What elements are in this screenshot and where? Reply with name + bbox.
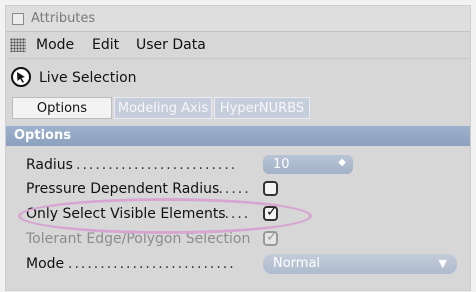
menu-user-data[interactable]: User Data (136, 37, 206, 53)
section-title: Options (14, 128, 71, 143)
pressure-row: Pressure Dependent Radius ...... (26, 178, 466, 200)
pressure-checkbox[interactable] (263, 181, 278, 196)
section-header: Options (6, 126, 470, 146)
tab-options[interactable]: Options (12, 97, 112, 119)
only-visible-row: Only Select Visible Elements ..... ✓ (26, 203, 466, 225)
window-checkbox[interactable] (12, 13, 24, 25)
leader-dots: ......................... (76, 157, 238, 173)
leader-dots: ..... (218, 206, 251, 222)
title-bar: Attributes (6, 6, 470, 32)
radius-label: Radius (26, 157, 73, 173)
radius-value: 10 (273, 157, 290, 172)
mode-value: Normal (273, 256, 321, 271)
pressure-label: Pressure Dependent Radius (26, 181, 220, 197)
radius-input[interactable]: 10 ◆ (263, 155, 353, 174)
tab-hypernurbs[interactable]: HyperNURBS (214, 97, 310, 119)
menu-bar: Mode Edit User Data (6, 32, 470, 59)
mode-label: Mode (26, 256, 65, 272)
tab-modeling-axis[interactable]: Modeling Axis (114, 97, 212, 119)
check-icon: ✓ (266, 204, 278, 220)
grip-icon[interactable] (10, 38, 26, 52)
window-title: Attributes (31, 11, 96, 26)
mode-row: Mode .......................... Normal ▼ (26, 253, 466, 275)
menu-edit[interactable]: Edit (92, 37, 119, 53)
chevron-down-icon: ▼ (438, 257, 447, 270)
radius-row: Radius ......................... 10 ◆ (26, 154, 466, 176)
only-visible-checkbox[interactable]: ✓ (263, 204, 278, 221)
check-icon: ✓ (266, 229, 278, 245)
spinner-icon[interactable]: ◆ (338, 157, 346, 168)
only-visible-label: Only Select Visible Elements (26, 206, 226, 222)
tool-label: Live Selection (39, 70, 137, 86)
tolerant-row: Tolerant Edge/Polygon Selection ✓ (26, 228, 466, 250)
tool-header: Live Selection (6, 59, 470, 91)
tolerant-checkbox: ✓ (263, 229, 278, 246)
live-selection-icon (11, 67, 31, 87)
mode-dropdown[interactable]: Normal ▼ (263, 254, 457, 274)
tolerant-label: Tolerant Edge/Polygon Selection (26, 231, 251, 247)
leader-dots: ...... (212, 181, 251, 197)
attributes-panel: Attributes Mode Edit User Data Live Sele… (6, 6, 470, 290)
leader-dots: .......................... (68, 256, 236, 272)
menu-mode[interactable]: Mode (36, 37, 74, 53)
